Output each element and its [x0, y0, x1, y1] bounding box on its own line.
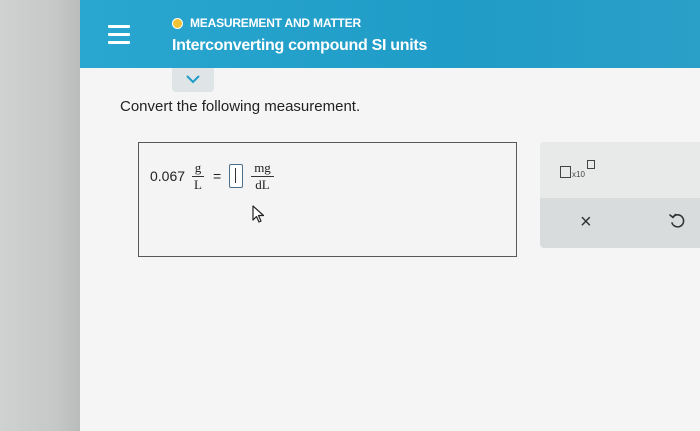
mouse-pointer-icon — [252, 205, 265, 223]
menu-icon-line — [108, 33, 130, 36]
page-title: Interconverting compound SI units — [172, 37, 427, 54]
topic-label: MEASUREMENT AND MATTER — [190, 16, 361, 30]
menu-button[interactable] — [106, 24, 132, 46]
menu-icon-line — [108, 41, 130, 44]
given-unit-numerator: g — [191, 160, 205, 177]
topic-status-dot — [172, 17, 183, 29]
collapse-toggle[interactable] — [172, 68, 214, 92]
answer-input[interactable] — [229, 164, 244, 188]
left-bezel — [0, 0, 80, 431]
target-unit: mg dL — [251, 160, 274, 193]
conversion-expression: 0.067 g L = mg dL — [150, 155, 274, 197]
exponent-box-icon — [587, 160, 595, 169]
target-unit-numerator: mg — [251, 160, 274, 177]
sci-notation-label: x10 — [572, 170, 585, 179]
clear-button[interactable]: × — [580, 212, 592, 232]
scientific-notation-button[interactable]: x10 — [560, 160, 600, 184]
chevron-down-icon — [186, 75, 200, 84]
undo-icon[interactable] — [669, 213, 685, 229]
given-value: 0.067 — [150, 168, 186, 184]
scientific-notation-icon — [560, 166, 571, 178]
given-unit-denominator: L — [194, 176, 202, 192]
given-unit: g L — [191, 160, 205, 193]
question-prompt: Convert the following measurement. — [120, 98, 361, 115]
equals-sign: = — [213, 168, 222, 184]
menu-icon-line — [108, 25, 130, 28]
target-unit-denominator: dL — [255, 176, 270, 192]
topic-row: MEASUREMENT AND MATTER — [172, 14, 361, 32]
header-bar — [80, 0, 700, 68]
